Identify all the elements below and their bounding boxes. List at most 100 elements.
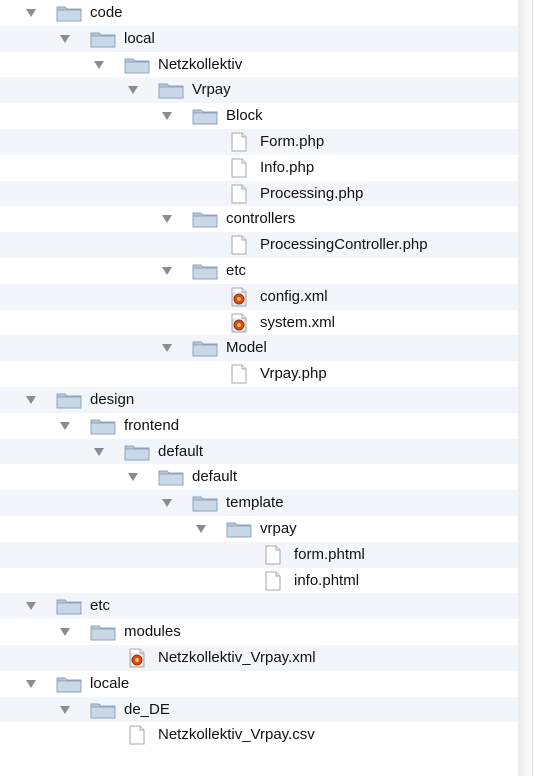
tree-folder-row[interactable]: Vrpay (0, 77, 532, 104)
disclosure-triangle-icon[interactable] (94, 60, 104, 69)
disclosure-triangle-icon[interactable] (94, 447, 104, 456)
folder-icon (90, 30, 116, 48)
tree-item-label: controllers (226, 210, 296, 228)
tree-item-label: etc (226, 261, 247, 279)
tree-file-row[interactable]: Info.php (0, 155, 532, 181)
tree-file-row[interactable]: Form.php (0, 128, 532, 155)
folder-icon (90, 417, 116, 435)
tree-folder-row[interactable]: design (0, 386, 532, 413)
document-icon (230, 158, 248, 178)
document-icon (128, 725, 146, 745)
tree-item-label: vrpay (260, 519, 297, 537)
tree-item-label: de_DE (124, 700, 170, 718)
tree-item-label: modules (124, 623, 181, 641)
tree-folder-row[interactable]: Block (0, 103, 532, 129)
document-icon (230, 235, 248, 255)
document-icon (230, 132, 248, 152)
tree-folder-row[interactable]: etc (0, 258, 532, 284)
disclosure-triangle-icon[interactable] (60, 34, 70, 43)
folder-icon (158, 81, 184, 99)
tree-item-label: Netzkollektiv (158, 55, 243, 73)
disclosure-triangle-icon[interactable] (128, 473, 138, 482)
folder-icon (192, 210, 218, 228)
document-icon (264, 545, 282, 565)
disclosure-triangle-icon[interactable] (60, 421, 70, 430)
tree-folder-row[interactable]: modules (0, 619, 532, 645)
tree-item-label: Model (226, 339, 267, 357)
tree-file-row[interactable]: Vrpay.php (0, 361, 532, 387)
folder-icon (56, 4, 82, 22)
tree-item-label: Block (226, 107, 263, 125)
tree-folder-row[interactable]: controllers (0, 206, 532, 232)
tree-item-label: default (158, 442, 204, 460)
tree-file-row[interactable]: Netzkollektiv_Vrpay.csv (0, 722, 532, 748)
tree-item-label: template (226, 494, 284, 512)
xml-file-icon (230, 313, 248, 333)
disclosure-triangle-icon[interactable] (162, 215, 172, 224)
tree-folder-row[interactable]: Netzkollektiv (0, 52, 532, 78)
tree-file-row[interactable]: Netzkollektiv_Vrpay.xml (0, 644, 532, 671)
tree-item-label: config.xml (260, 287, 328, 305)
tree-item-label: design (90, 390, 135, 408)
tree-file-row[interactable]: ProcessingController.php (0, 232, 532, 258)
tree-item-label: default (192, 468, 238, 486)
folder-icon (56, 675, 82, 693)
tree-item-label: Vrpay.php (260, 365, 327, 383)
file-tree: code local Netzkollektiv Vrpay Block Form.php… (0, 0, 532, 748)
tree-folder-row[interactable]: locale (0, 671, 532, 697)
tree-file-row[interactable]: form.phtml (0, 541, 532, 568)
disclosure-triangle-icon[interactable] (26, 9, 36, 17)
tree-item-label: locale (90, 674, 130, 692)
disclosure-triangle-icon[interactable] (60, 628, 70, 637)
document-icon (230, 364, 248, 384)
xml-file-icon (128, 648, 146, 668)
tree-folder-row[interactable]: Model (0, 335, 532, 362)
tree-folder-row[interactable]: etc (0, 593, 532, 620)
folder-icon (90, 623, 116, 641)
tree-item-label: ProcessingController.php (260, 236, 428, 254)
tree-file-row[interactable]: system.xml (0, 310, 532, 336)
tree-folder-row[interactable]: vrpay (0, 516, 532, 542)
tree-item-label: Netzkollektiv_Vrpay.xml (158, 648, 316, 666)
disclosure-triangle-icon[interactable] (162, 344, 172, 353)
tree-folder-row[interactable]: code (0, 0, 532, 26)
disclosure-triangle-icon[interactable] (26, 395, 36, 404)
tree-item-label: info.phtml (294, 571, 360, 589)
tree-item-label: frontend (124, 416, 180, 434)
tree-folder-row[interactable]: default (0, 464, 532, 490)
tree-item-label: Netzkollektiv_Vrpay.csv (158, 726, 315, 744)
tree-folder-row[interactable]: frontend (0, 413, 532, 439)
folder-icon (226, 520, 252, 538)
disclosure-triangle-icon[interactable] (128, 86, 138, 95)
tree-item-label: code (90, 4, 123, 21)
disclosure-triangle-icon[interactable] (162, 112, 172, 121)
tree-item-label: Info.php (260, 158, 315, 176)
tree-file-row[interactable]: Processing.php (0, 180, 532, 207)
document-icon (264, 571, 282, 591)
panel-edge-shadow (518, 0, 532, 776)
file-tree-panel: code local Netzkollektiv Vrpay Block Form.php… (0, 0, 533, 776)
folder-icon (192, 339, 218, 357)
folder-icon (192, 494, 218, 512)
folder-icon (124, 56, 150, 74)
xml-file-icon (230, 287, 248, 307)
disclosure-triangle-icon[interactable] (162, 266, 172, 275)
tree-item-label: system.xml (260, 313, 335, 331)
tree-folder-row[interactable]: de_DE (0, 696, 532, 723)
tree-folder-row[interactable]: local (0, 25, 532, 52)
folder-icon (56, 597, 82, 615)
folder-icon (124, 443, 150, 461)
tree-item-label: form.phtml (294, 545, 365, 563)
tree-file-row[interactable]: config.xml (0, 283, 532, 310)
disclosure-triangle-icon[interactable] (26, 679, 36, 688)
tree-file-row[interactable]: info.phtml (0, 568, 532, 594)
folder-icon (192, 262, 218, 280)
disclosure-triangle-icon[interactable] (196, 524, 206, 533)
disclosure-triangle-icon[interactable] (26, 602, 36, 611)
tree-folder-row[interactable]: default (0, 438, 532, 465)
folder-icon (90, 701, 116, 719)
disclosure-triangle-icon[interactable] (60, 705, 70, 714)
tree-folder-row[interactable]: template (0, 490, 532, 516)
disclosure-triangle-icon[interactable] (162, 499, 172, 508)
tree-item-label: Vrpay (192, 81, 231, 99)
